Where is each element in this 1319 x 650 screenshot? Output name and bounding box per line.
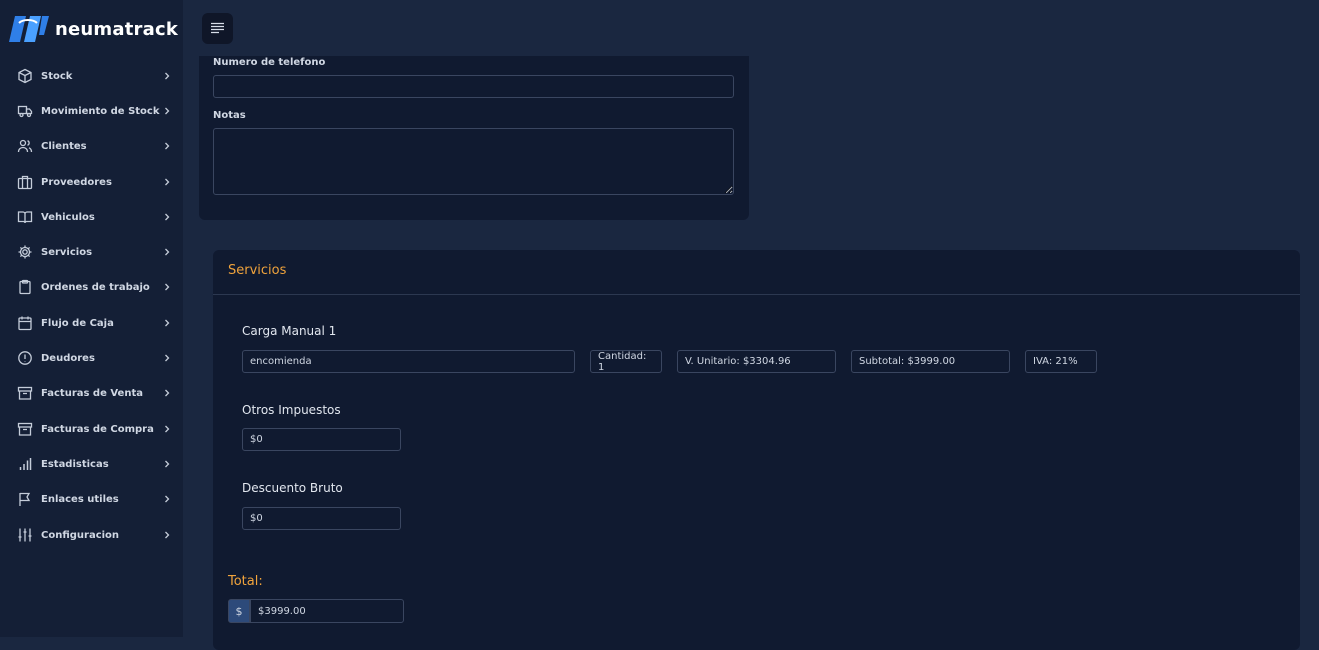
sidebar-item-proveedores[interactable]: Proveedores — [0, 167, 183, 197]
truck-icon — [17, 103, 33, 119]
chevron-right-icon — [162, 493, 172, 505]
sidebar-item-deudores[interactable]: Deudores — [0, 343, 183, 373]
chevron-right-icon — [162, 105, 172, 117]
archive-icon — [17, 385, 33, 401]
gear-icon — [17, 244, 33, 260]
sidebar-item-label: Movimiento de Stock — [41, 105, 160, 117]
sidebar-item-label: Configuracion — [41, 529, 120, 541]
alert-circle-icon — [17, 350, 33, 366]
sidebar-item-label: Estadisticas — [41, 458, 109, 470]
sidebar-item-flujo-de-caja[interactable]: Flujo de Caja — [0, 308, 183, 338]
chevron-right-icon — [162, 140, 172, 152]
chevron-right-icon — [162, 317, 172, 329]
chevron-right-icon — [162, 70, 172, 82]
sidebar-item-label: Clientes — [41, 140, 87, 152]
sidebar-item-label: Ordenes de trabajo — [41, 281, 150, 293]
clipboard-icon — [17, 279, 33, 295]
sidebar-item-label: Vehiculos — [41, 211, 95, 223]
chevron-right-icon — [162, 423, 172, 435]
sidebar: neumatrack Stock Movimiento de Stock Cli… — [0, 0, 183, 637]
chevron-right-icon — [162, 176, 172, 188]
neumatrack-logo-icon — [9, 16, 49, 42]
otros-impuestos-label: Otros Impuestos — [242, 403, 341, 417]
sidebar-item-label: Facturas de Venta — [41, 387, 143, 399]
servicios-card: Servicios Carga Manual 1 encomienda Cant… — [213, 250, 1300, 650]
phone-label: Numero de telefono — [213, 57, 326, 68]
chevron-right-icon — [162, 458, 172, 470]
currency-addon: $ — [228, 599, 250, 623]
otros-impuestos-input[interactable]: $0 — [242, 428, 401, 451]
brand-logo[interactable]: neumatrack — [9, 15, 178, 43]
chevron-right-icon — [162, 352, 172, 364]
card-header-divider — [213, 294, 1300, 295]
service-item-title: Carga Manual 1 — [242, 324, 337, 338]
flag-icon — [17, 491, 33, 507]
phone-input[interactable] — [213, 75, 734, 98]
sidebar-item-facturas-de-compra[interactable]: Facturas de Compra — [0, 414, 183, 444]
chevron-right-icon — [162, 529, 172, 541]
subtotal-field[interactable]: Subtotal: $3999.00 — [851, 350, 1010, 373]
users-icon — [17, 138, 33, 154]
sidebar-item-ordenes-de-trabajo[interactable]: Ordenes de trabajo — [0, 272, 183, 302]
sidebar-item-configuracion[interactable]: Configuracion — [0, 520, 183, 550]
sidebar-item-servicios[interactable]: Servicios — [0, 237, 183, 267]
sidebar-item-label: Servicios — [41, 246, 93, 258]
iva-field[interactable]: IVA: 21% — [1025, 350, 1097, 373]
sidebar-item-label: Deudores — [41, 352, 95, 364]
client-form-card: Numero de telefono Notas — [199, 56, 749, 220]
sidebar-item-label: Proveedores — [41, 176, 112, 188]
quantity-field[interactable]: Cantidad: 1 — [590, 350, 662, 373]
sidebar-item-stock[interactable]: Stock — [0, 61, 183, 91]
sidebar-item-vehiculos[interactable]: Vehiculos — [0, 202, 183, 232]
menu-toggle-button[interactable] — [202, 13, 233, 44]
sidebar-item-enlaces-utiles[interactable]: Enlaces utiles — [0, 484, 183, 514]
servicios-title: Servicios — [228, 263, 287, 278]
sidebar-item-label: Stock — [41, 70, 73, 82]
chevron-right-icon — [162, 211, 172, 223]
sidebar-item-label: Flujo de Caja — [41, 317, 114, 329]
building-icon — [17, 174, 33, 190]
book-icon — [17, 209, 33, 225]
descuento-bruto-input[interactable]: $0 — [242, 507, 401, 530]
calendar-icon — [17, 315, 33, 331]
sidebar-item-movimiento-de-stock[interactable]: Movimiento de Stock — [0, 96, 183, 126]
sliders-icon — [17, 527, 33, 543]
archive-icon — [17, 421, 33, 437]
notes-textarea[interactable] — [213, 128, 734, 195]
unit-price-field[interactable]: V. Unitario: $3304.96 — [677, 350, 836, 373]
notes-label: Notas — [213, 110, 246, 121]
total-input[interactable]: $3999.00 — [250, 599, 404, 623]
box-icon — [17, 68, 33, 84]
sidebar-item-label: Enlaces utiles — [41, 493, 119, 505]
sidebar-item-facturas-de-venta[interactable]: Facturas de Venta — [0, 378, 183, 408]
brand-name: neumatrack — [55, 18, 179, 40]
service-description-field[interactable]: encomienda — [242, 350, 575, 373]
descuento-bruto-label: Descuento Bruto — [242, 481, 343, 495]
chevron-right-icon — [162, 387, 172, 399]
total-label: Total: — [228, 574, 263, 589]
chevron-right-icon — [162, 246, 172, 258]
bar-chart-icon — [17, 456, 33, 472]
menu-lines-icon — [211, 22, 224, 34]
sidebar-item-estadisticas[interactable]: Estadisticas — [0, 449, 183, 479]
sidebar-item-label: Facturas de Compra — [41, 423, 154, 435]
chevron-right-icon — [162, 281, 172, 293]
sidebar-item-clientes[interactable]: Clientes — [0, 131, 183, 161]
